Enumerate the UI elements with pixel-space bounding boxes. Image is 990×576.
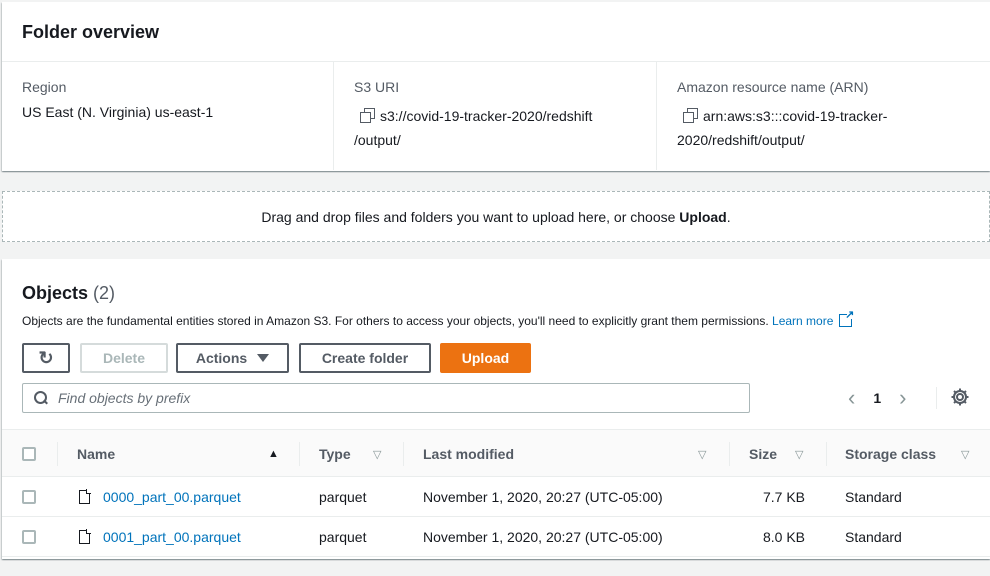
objects-panel: Objects (2) Objects are the fundamental … (2, 259, 990, 559)
column-divider (403, 442, 404, 466)
actions-button[interactable]: Actions (176, 343, 289, 373)
objects-description-text: Objects are the fundamental entities sto… (22, 314, 769, 328)
page-number[interactable]: 1 (873, 390, 881, 406)
column-last-modified-label: Last modified (423, 446, 515, 462)
column-header-size[interactable]: Size (749, 430, 777, 478)
object-size: 7.7 KB (762, 489, 805, 505)
sort-icon[interactable]: ▽ (961, 448, 969, 461)
caret-down-icon (257, 354, 270, 362)
objects-description: Objects are the fundamental entities sto… (22, 308, 854, 328)
column-header-last-modified[interactable]: Last modified (423, 430, 514, 478)
sort-icon[interactable]: ▽ (698, 448, 706, 461)
arn-label: Amazon resource name (ARN) (677, 79, 869, 95)
copy-icon[interactable] (360, 108, 375, 123)
sort-asc-icon[interactable]: ▲ (268, 448, 279, 460)
object-name-link[interactable]: 0000_part_00.parquet (103, 489, 241, 505)
column-divider (299, 442, 300, 466)
objects-title-text: Objects (22, 283, 89, 303)
search-field[interactable] (22, 383, 750, 413)
region-label: Region (22, 79, 67, 95)
table-row[interactable]: 0000_part_00.parquet parquet November 1,… (2, 477, 990, 517)
sort-icon[interactable]: ▽ (373, 448, 381, 461)
dropzone-suffix: . (726, 208, 731, 225)
object-storage-class: Standard (845, 489, 902, 505)
upload-button[interactable]: Upload (440, 343, 531, 373)
column-divider (729, 442, 730, 466)
column-header-type[interactable]: Type (319, 430, 351, 478)
arn-column: Amazon resource name (ARN) arn:aws:s3:::… (656, 62, 990, 170)
region-value: US East (N. Virginia) us-east-1 (22, 104, 214, 120)
column-type-label: Type (319, 446, 351, 462)
table-row[interactable]: 0001_part_00.parquet parquet November 1,… (2, 517, 990, 557)
column-storage-class-label: Storage class (845, 446, 937, 462)
delete-button[interactable]: Delete (80, 343, 168, 373)
object-last-modified: November 1, 2020, 20:27 (UTC-05:00) (423, 529, 663, 545)
settings-gear-icon[interactable] (950, 387, 970, 407)
s3-uri-value-line1: s3://covid-19-tracker-2020/redshift (380, 108, 593, 124)
column-header-storage-class[interactable]: Storage class (845, 430, 936, 478)
object-name-link[interactable]: 0001_part_00.parquet (103, 529, 241, 545)
external-link-icon (839, 308, 854, 327)
folder-overview-panel: Folder overview Region US East (N. Virgi… (2, 2, 990, 171)
sort-icon[interactable]: ▽ (795, 448, 803, 461)
s3-uri-value-line2: /output/ (354, 132, 401, 148)
pager-divider (936, 387, 937, 409)
copy-icon[interactable] (683, 108, 698, 123)
create-folder-button[interactable]: Create folder (299, 343, 431, 373)
object-last-modified: November 1, 2020, 20:27 (UTC-05:00) (423, 489, 663, 505)
column-header-name[interactable]: Name (77, 430, 115, 478)
refresh-button[interactable]: ↻ (22, 343, 70, 373)
object-type: parquet (319, 489, 367, 505)
column-size-label: Size (749, 446, 778, 462)
refresh-icon: ↻ (38, 347, 54, 368)
dropzone-upload-bold: Upload (679, 208, 727, 225)
column-divider (826, 442, 827, 466)
object-storage-class: Standard (845, 529, 902, 545)
pagination: ‹ 1 › (848, 383, 906, 413)
object-size: 8.0 KB (762, 529, 805, 545)
search-input[interactable] (58, 390, 718, 406)
row-checkbox[interactable] (22, 530, 36, 544)
search-icon (34, 391, 48, 405)
objects-count: (2) (93, 283, 116, 303)
file-icon (79, 529, 91, 544)
chevron-right-icon[interactable]: › (899, 387, 906, 409)
file-icon (79, 489, 91, 504)
folder-overview-title: Folder overview (2, 2, 990, 62)
column-divider (57, 442, 58, 466)
s3-uri-label: S3 URI (354, 79, 400, 95)
region-column: Region US East (N. Virginia) us-east-1 (2, 62, 333, 170)
s3-uri-column: S3 URI s3://covid-19-tracker-2020/redshi… (333, 62, 656, 170)
row-checkbox[interactable] (22, 490, 36, 504)
table-header: Name ▲ Type ▽ Last modified ▽ Size ▽ Sto… (2, 429, 990, 477)
object-type: parquet (319, 529, 367, 545)
arn-value-line1: arn:aws:s3:::covid-19-tracker- (703, 108, 888, 124)
learn-more-text: Learn more (772, 314, 834, 328)
dropzone-text: Drag and drop files and folders you want… (261, 208, 676, 225)
arn-value-line2: 2020/redshift/output/ (677, 132, 805, 148)
objects-title: Objects (2) (22, 283, 115, 304)
learn-more-link[interactable]: Learn more (772, 308, 854, 328)
objects-table: Name ▲ Type ▽ Last modified ▽ Size ▽ Sto… (2, 429, 990, 557)
select-all-checkbox[interactable] (22, 447, 36, 461)
column-name-label: Name (77, 446, 116, 462)
chevron-left-icon[interactable]: ‹ (848, 387, 855, 409)
upload-dropzone[interactable]: Drag and drop files and folders you want… (2, 191, 990, 242)
actions-label: Actions (195, 350, 248, 366)
